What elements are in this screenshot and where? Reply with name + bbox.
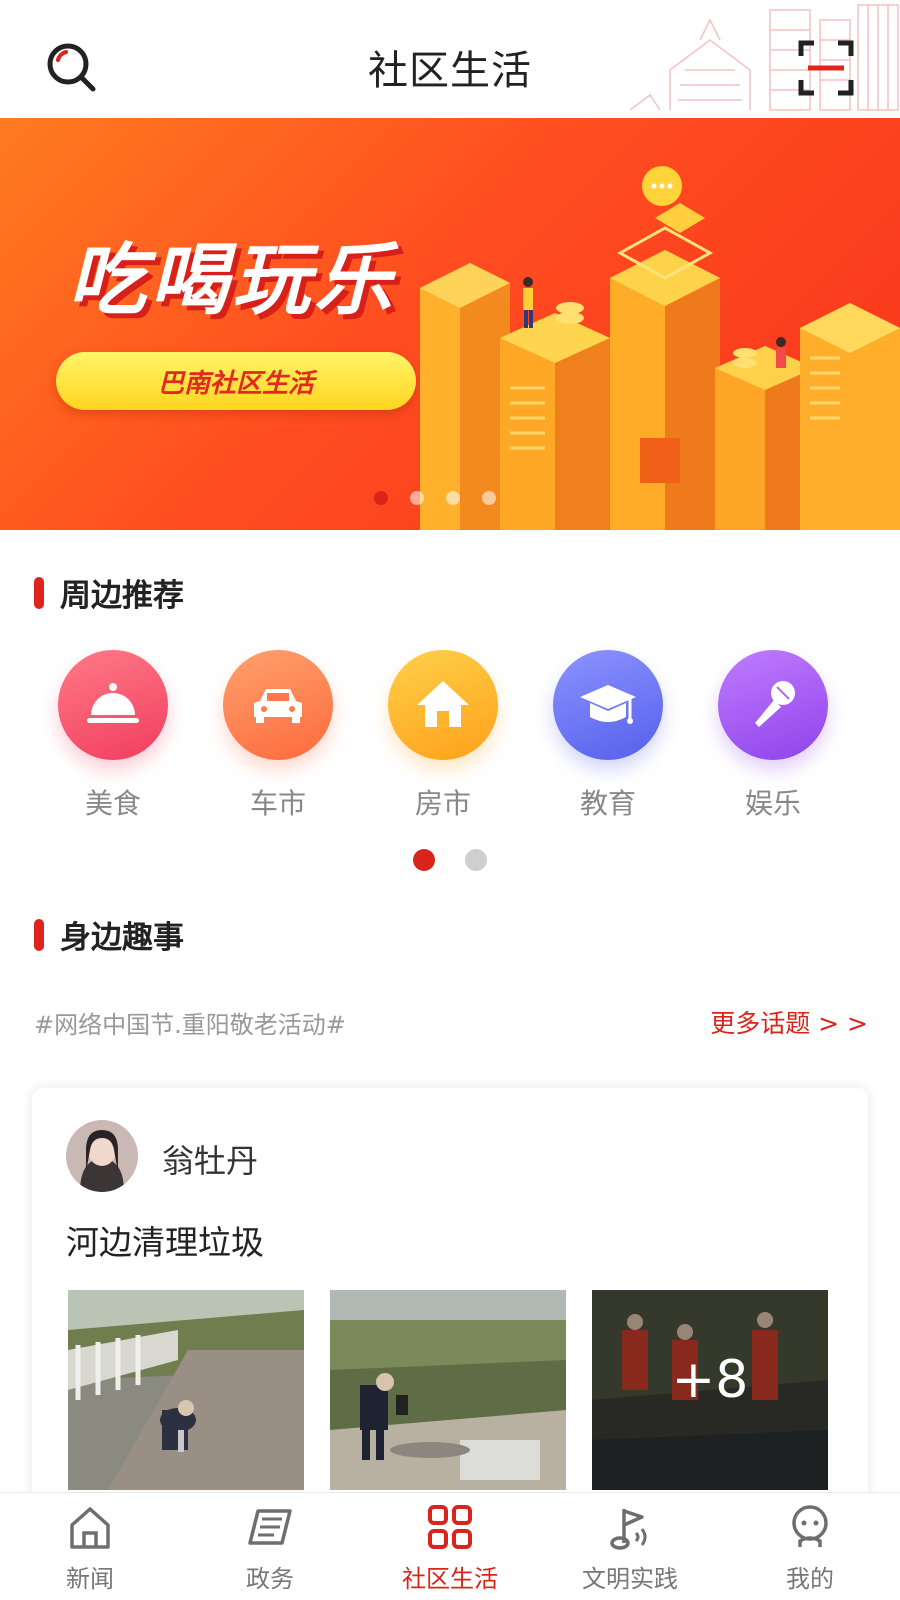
tab-label: 文明实践 (582, 1565, 678, 1593)
category-pagination (0, 849, 900, 871)
flag-icon (610, 1509, 647, 1550)
tab-label: 我的 (786, 1565, 834, 1593)
newspaper-icon (248, 1509, 292, 1545)
category-entertainment[interactable]: 娱乐 (708, 650, 838, 822)
category-page-dot[interactable] (413, 849, 435, 871)
section-accent-bar (34, 918, 44, 951)
section-title: 周边推荐 (60, 578, 184, 614)
banner-dot[interactable] (410, 491, 424, 505)
bottom-tab-bar: 新闻 政务 社区生活 文明实践 我的 (0, 1492, 900, 1600)
banner-dot[interactable] (482, 491, 496, 505)
banner-dot[interactable] (374, 491, 388, 505)
category-education[interactable]: 教育 (543, 650, 673, 822)
grid-icon (428, 1505, 472, 1549)
tab-label: 新闻 (66, 1565, 114, 1593)
scan-button[interactable] (798, 40, 854, 96)
category-car-market[interactable]: 车市 (213, 650, 343, 822)
post-photo-grid: +8 (68, 1290, 838, 1490)
category-carousel: 美食 车市 房市 教育 娱乐 (0, 650, 900, 820)
promo-banner[interactable]: 吃喝玩乐 巴南社区生活 (0, 118, 900, 530)
tab-profile[interactable]: 我的 (720, 1493, 900, 1600)
scan-icon (798, 40, 854, 96)
profile-icon (792, 1505, 828, 1547)
isometric-city-illustration (420, 166, 900, 530)
category-label: 美食 (84, 787, 141, 820)
tab-label: 政务 (246, 1565, 294, 1593)
category-label: 娱乐 (744, 787, 801, 820)
category-house-market[interactable]: 房市 (378, 650, 508, 822)
banner-dot[interactable] (446, 491, 460, 505)
section-accent-bar (34, 576, 44, 609)
tab-news[interactable]: 新闻 (0, 1493, 180, 1600)
avatar[interactable] (66, 1120, 138, 1192)
section-fun-heading: 身边趣事 (34, 912, 184, 957)
tab-government[interactable]: 政务 (180, 1493, 360, 1600)
top-header: 社区生活 (0, 0, 900, 118)
banner-headline: 吃喝玩乐 (68, 236, 397, 326)
home-icon (70, 1507, 110, 1549)
graduation-cap-icon (553, 650, 663, 760)
section-title: 身边趣事 (60, 920, 184, 956)
category-page-dot[interactable] (465, 849, 487, 871)
banner-pill-button[interactable]: 巴南社区生活 (56, 352, 416, 410)
tab-community-life[interactable]: 社区生活 (360, 1493, 540, 1600)
post-author-name[interactable]: 翁牡丹 (162, 1136, 258, 1182)
house-icon (388, 650, 498, 760)
post-card[interactable]: 翁牡丹 河边清理垃圾 +8 (32, 1088, 868, 1508)
more-photos-count: +8 (671, 1350, 749, 1410)
post-photo[interactable] (68, 1290, 304, 1490)
more-topics-link[interactable]: 更多话题 > > (710, 1004, 868, 1040)
microphone-icon (718, 650, 828, 760)
category-label: 房市 (414, 787, 471, 820)
category-label: 车市 (249, 787, 306, 820)
food-cloche-icon (58, 650, 168, 760)
category-label: 教育 (579, 787, 636, 820)
car-icon (223, 650, 333, 760)
banner-pagination (0, 491, 900, 505)
tab-label: 社区生活 (402, 1565, 498, 1593)
page-title: 社区生活 (368, 48, 532, 94)
topic-hashtag[interactable]: #网络中国节.重阳敬老活动# (34, 1005, 346, 1040)
category-food[interactable]: 美食 (48, 650, 178, 822)
section-nearby-heading: 周边推荐 (34, 570, 184, 615)
post-photo[interactable]: +8 (592, 1290, 828, 1490)
post-photo[interactable] (330, 1290, 566, 1490)
tab-civilization-practice[interactable]: 文明实践 (540, 1493, 720, 1600)
post-title[interactable]: 河边清理垃圾 (66, 1216, 264, 1264)
